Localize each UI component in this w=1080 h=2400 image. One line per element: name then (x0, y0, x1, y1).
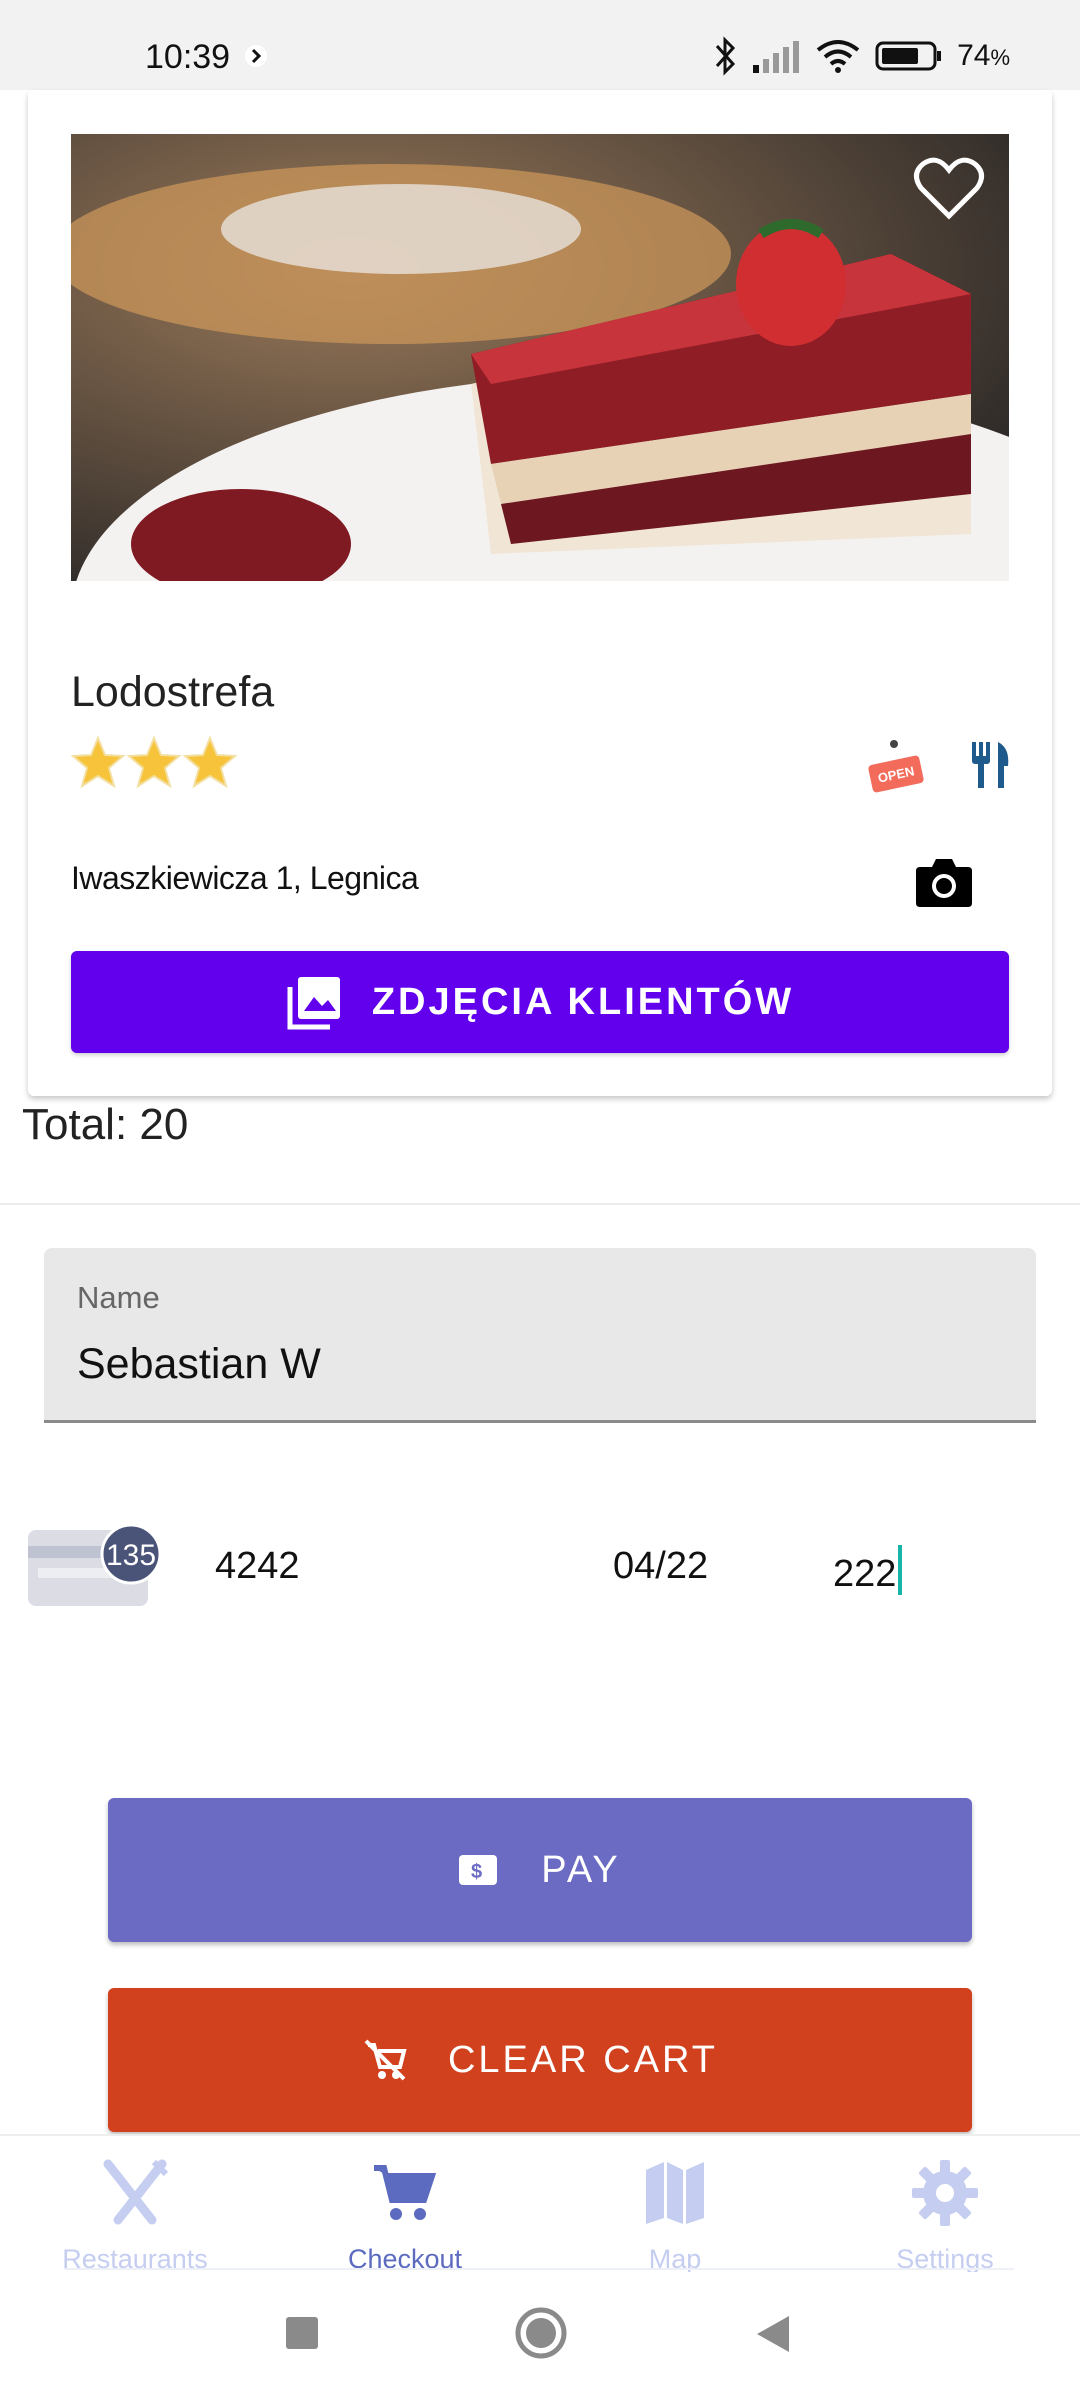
map-icon (646, 2162, 704, 2224)
card-number-input[interactable]: 4242 (215, 1545, 300, 1588)
cake-image (71, 134, 1009, 581)
nav-map-label: Map (648, 2244, 702, 2274)
back-icon[interactable] (755, 2314, 791, 2354)
home-icon[interactable] (514, 2306, 568, 2360)
status-time: 10:39 (145, 38, 231, 76)
rating-stars (71, 735, 237, 789)
nav-restaurants-label: Restaurants (62, 2244, 208, 2274)
system-navigation (0, 2272, 1080, 2400)
card-expiry-input[interactable]: 04/22 (613, 1545, 708, 1588)
money-icon: $ (459, 1855, 498, 1885)
status-bar: 10:39 74% (0, 0, 1080, 90)
remove-cart-icon (364, 2039, 407, 2081)
bottom-navigation: Restaurants Checkout Map Settings (0, 2134, 1080, 2274)
card-cvc-value: 222 (833, 1553, 897, 1595)
fork-knife-icon (103, 2159, 169, 2225)
restaurant-address: Iwaszkiewicza 1, Legnica (71, 860, 419, 896)
restaurant-photo (71, 134, 1009, 581)
name-field[interactable]: Name Sebastian W (44, 1248, 1036, 1423)
customer-photos-label: ZDJĘCIA KLIENTÓW (371, 980, 795, 1023)
signal-icon (753, 41, 800, 73)
gear-icon (912, 2160, 978, 2226)
credit-card-icon: 135 (28, 1523, 162, 1606)
star-icon (71, 735, 125, 789)
nav-divider (64, 2268, 1014, 2270)
photo-library-icon (287, 977, 340, 1030)
clear-cart-label: CLEAR CART (447, 2038, 719, 2081)
pay-button[interactable]: $ PAY (108, 1798, 972, 1942)
order-total: Total: 20 (22, 1100, 189, 1149)
star-icon (127, 735, 181, 789)
nav-settings-label: Settings (896, 2244, 994, 2274)
nav-checkout[interactable]: Checkout (270, 2146, 540, 2274)
restaurant-card[interactable]: Lodostrefa OPEN Iwaszkiewicza 1, Legnica… (28, 90, 1052, 1096)
nav-map[interactable]: Map (540, 2146, 810, 2274)
nav-checkout-label: Checkout (347, 2244, 463, 2274)
nav-restaurants[interactable]: Restaurants (0, 2146, 270, 2274)
camera-icon[interactable] (914, 855, 974, 909)
battery-percent: 74% (957, 39, 1010, 72)
pay-label: PAY (541, 1848, 621, 1891)
text-cursor (898, 1545, 903, 1595)
restaurant-name: Lodostrefa (71, 668, 275, 716)
cutlery-icon (972, 742, 1009, 788)
favorite-heart-icon[interactable] (913, 156, 985, 222)
clear-cart-button[interactable]: CLEAR CART (108, 1988, 972, 2132)
name-field-value[interactable]: Sebastian W (77, 1340, 321, 1389)
divider (0, 1203, 1080, 1205)
notification-icon (245, 45, 267, 67)
bluetooth-icon (715, 36, 736, 76)
battery-icon (875, 41, 942, 71)
name-field-label: Name (77, 1280, 160, 1315)
cart-icon (374, 2165, 437, 2220)
status-icons: 74% (713, 36, 1010, 76)
card-cvc-input[interactable]: 222 (833, 1545, 903, 1596)
wifi-icon (816, 40, 860, 73)
nav-settings[interactable]: Settings (810, 2146, 1080, 2274)
recents-icon[interactable] (285, 2316, 319, 2350)
customer-photos-button[interactable]: ZDJĘCIA KLIENTÓW (71, 951, 1009, 1053)
card-badge-text: 135 (106, 1539, 156, 1572)
star-icon (183, 735, 237, 789)
open-sign-icon: OPEN (868, 740, 924, 793)
svg-text:$: $ (471, 1861, 485, 1883)
